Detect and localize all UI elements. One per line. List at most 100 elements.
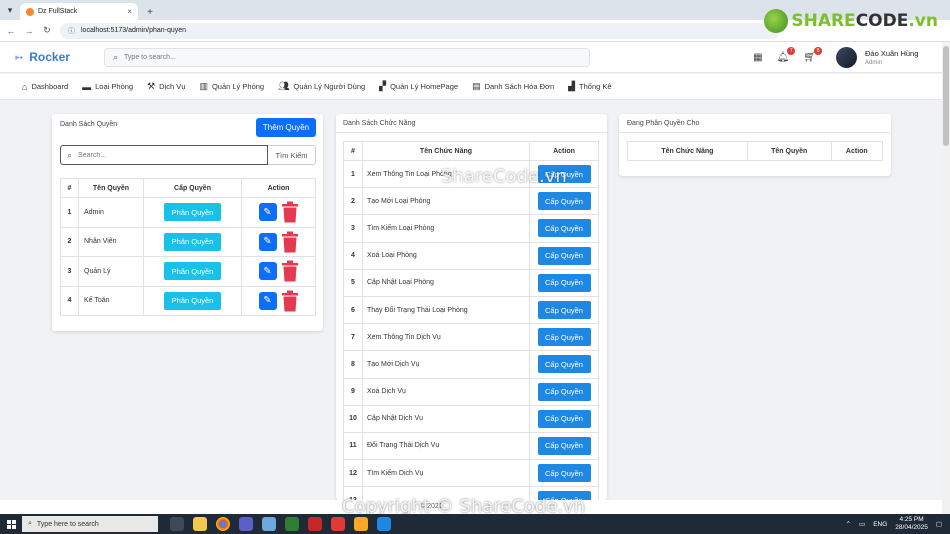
new-tab-button[interactable]: + <box>142 4 158 20</box>
function-num: 1 <box>343 159 363 189</box>
assign-permission-button[interactable]: Phân Quyền <box>164 262 221 281</box>
brand[interactable]: ➳ Rocker <box>14 50 102 64</box>
page-scrollbar[interactable] <box>942 42 950 514</box>
roles-search-box[interactable]: ⌕ <box>60 145 268 165</box>
home-icon: ⌂ <box>22 81 28 92</box>
sharecode-logo-icon <box>764 9 789 33</box>
notifications-icon[interactable]: ▢ <box>936 520 942 528</box>
grant-permission-button[interactable]: Cấp Quyền <box>537 301 591 320</box>
users-icon: 👥︎ <box>278 81 290 91</box>
app-icon[interactable] <box>262 517 276 531</box>
roles-search-input[interactable] <box>78 151 261 159</box>
roles-col-name: Tên Quyền <box>78 178 144 198</box>
roles-search: ⌕ Tìm Kiếm <box>60 145 316 165</box>
menu-item-dich-vu[interactable]: ⚒ Dịch Vụ <box>147 81 185 92</box>
menu-item-quan-ly-phong[interactable]: ▥ Quản Lý Phòng <box>199 81 264 92</box>
grant-permission-button[interactable]: Cấp Quyền <box>537 273 591 292</box>
assigned-col-action: Action <box>830 141 884 161</box>
app-icon[interactable] <box>331 517 345 531</box>
scrollbar-thumb[interactable] <box>943 46 949 146</box>
function-num: 3 <box>343 214 363 243</box>
menu-item-dashboard[interactable]: ⌂ Dashboard <box>22 82 68 92</box>
trash-icon[interactable] <box>281 201 299 223</box>
app-icon[interactable] <box>354 517 368 531</box>
site-info-icon[interactable]: ⓘ <box>68 26 75 36</box>
function-name: Tìm Kiếm Dịch Vụ <box>362 459 530 488</box>
tab-close-icon[interactable]: × <box>127 7 132 16</box>
edit-icon[interactable]: ✎ <box>258 291 277 310</box>
forward-icon[interactable]: → <box>24 26 34 36</box>
header-search-input[interactable] <box>124 53 581 61</box>
function-name: Cập Nhật Loại Phòng <box>362 268 530 297</box>
menu-item-quan-ly-nguoi-dung[interactable]: 👥︎ Quản Lý Người Dùng <box>278 81 365 92</box>
browser-tab[interactable]: Dz FullStack × <box>20 3 138 20</box>
menu-item-danh-sach-hoa-don[interactable]: ▤ Danh Sách Hóa Đơn <box>472 81 554 92</box>
edit-icon[interactable]: ✎ <box>258 203 277 222</box>
edit-icon[interactable]: ✎ <box>258 262 277 281</box>
user-menu[interactable]: Đào Xuân Hùng Admin <box>836 46 928 68</box>
lang-indicator[interactable]: ENG <box>873 521 887 528</box>
grant-permission-button[interactable]: Cấp Quyền <box>537 192 591 211</box>
role-action-cell: ✎ <box>241 197 316 228</box>
role-name: Admin <box>78 197 144 228</box>
role-action-cell: ✎ <box>241 285 316 316</box>
table-row: 7 Xem Thông Tin Dịch Vụ Cấp Quyền <box>343 323 599 352</box>
function-num: 5 <box>343 268 363 297</box>
assigned-card-title: Đang Phân Quyền Cho <box>627 120 700 127</box>
start-button[interactable] <box>0 519 22 529</box>
grant-permission-button[interactable]: Cấp Quyền <box>537 382 591 401</box>
function-num: 4 <box>343 241 363 270</box>
function-name: Xem Thông Tin Dịch Vụ <box>362 323 530 352</box>
invoice-icon: ▤ <box>472 81 481 91</box>
add-role-button[interactable]: Thêm Quyền <box>256 118 316 137</box>
function-name: Tìm Kiếm Loại Phòng <box>362 214 530 243</box>
menu-item-thong-ke[interactable]: ▟ Thống Kê <box>568 81 611 92</box>
assign-permission-button[interactable]: Phân Quyền <box>164 232 221 251</box>
trash-icon[interactable] <box>281 290 299 312</box>
url-field[interactable]: ⓘ localhost:5173/admin/phan-quyen <box>60 22 780 39</box>
grant-permission-button[interactable]: Cấp Quyền <box>537 246 591 265</box>
function-action-cell: Cấp Quyền <box>529 377 599 406</box>
app-icon[interactable] <box>285 517 299 531</box>
table-row: 8 Tạo Mới Dịch Vụ Cấp Quyền <box>343 350 599 379</box>
role-assign-cell: Phân Quyền <box>143 226 242 257</box>
grant-permission-button[interactable]: Cấp Quyền <box>537 355 591 374</box>
grant-permission-button[interactable]: Cấp Quyền <box>537 464 591 483</box>
reload-icon[interactable]: ↻ <box>42 25 52 36</box>
menu-item-loai-phong[interactable]: ▬ Loại Phòng <box>82 82 133 92</box>
grant-permission-button[interactable]: Cấp Quyền <box>537 328 591 347</box>
assign-permission-button[interactable]: Phân Quyền <box>164 203 221 222</box>
header-search[interactable]: ⌕ <box>104 47 590 67</box>
cart-icon[interactable]: 🛒︎ 8 <box>803 46 822 63</box>
trash-icon[interactable] <box>281 260 299 282</box>
grant-permission-button[interactable]: Cấp Quyền <box>537 219 591 238</box>
network-icon[interactable]: ▭ <box>859 520 865 528</box>
vscode-icon[interactable] <box>377 517 391 531</box>
windows-taskbar: ⌕ Type here to search ⌃ ▭ ENG 4:25 PM 28… <box>0 514 950 534</box>
taskbar-search[interactable]: ⌕ Type here to search <box>22 516 158 532</box>
clock[interactable]: 4:25 PM 28/04/2025 <box>895 516 928 532</box>
table-row: 4 Kế Toán Phân Quyền ✎ <box>60 285 316 316</box>
menu-item-quan-ly-homepage[interactable]: ▞ Quản Lý HomePage <box>379 81 458 92</box>
teams-icon[interactable] <box>239 517 253 531</box>
trash-icon[interactable] <box>281 231 299 253</box>
edit-icon[interactable]: ✎ <box>258 232 277 251</box>
chevron-up-icon[interactable]: ⌃ <box>846 520 851 528</box>
roles-search-button[interactable]: Tìm Kiếm <box>268 145 316 165</box>
role-name: Nhân Viên <box>78 226 144 257</box>
task-view-icon[interactable] <box>170 517 184 531</box>
table-row: 6 Thay Đổi Trạng Thái Loại Phòng Cấp Quyền <box>343 295 599 325</box>
assign-permission-button[interactable]: Phân Quyền <box>164 291 221 310</box>
tab-search-icon[interactable]: ▾ <box>0 0 20 20</box>
app-icon[interactable] <box>308 517 322 531</box>
back-icon[interactable]: ← <box>6 26 16 36</box>
file-explorer-icon[interactable] <box>193 517 207 531</box>
role-action-cell: ✎ <box>241 256 316 287</box>
apps-grid-icon[interactable]: ▦ <box>753 52 762 63</box>
function-action-cell: Cấp Quyền <box>529 268 599 297</box>
bell-icon[interactable]: 🔔︎ 7 <box>777 46 796 63</box>
grant-permission-button[interactable]: Cấp Quyền <box>537 409 591 428</box>
table-row: 12 Tìm Kiếm Dịch Vụ Cấp Quyền <box>343 459 599 488</box>
grant-permission-button[interactable]: Cấp Quyền <box>537 436 591 455</box>
chrome-icon[interactable] <box>216 517 230 531</box>
